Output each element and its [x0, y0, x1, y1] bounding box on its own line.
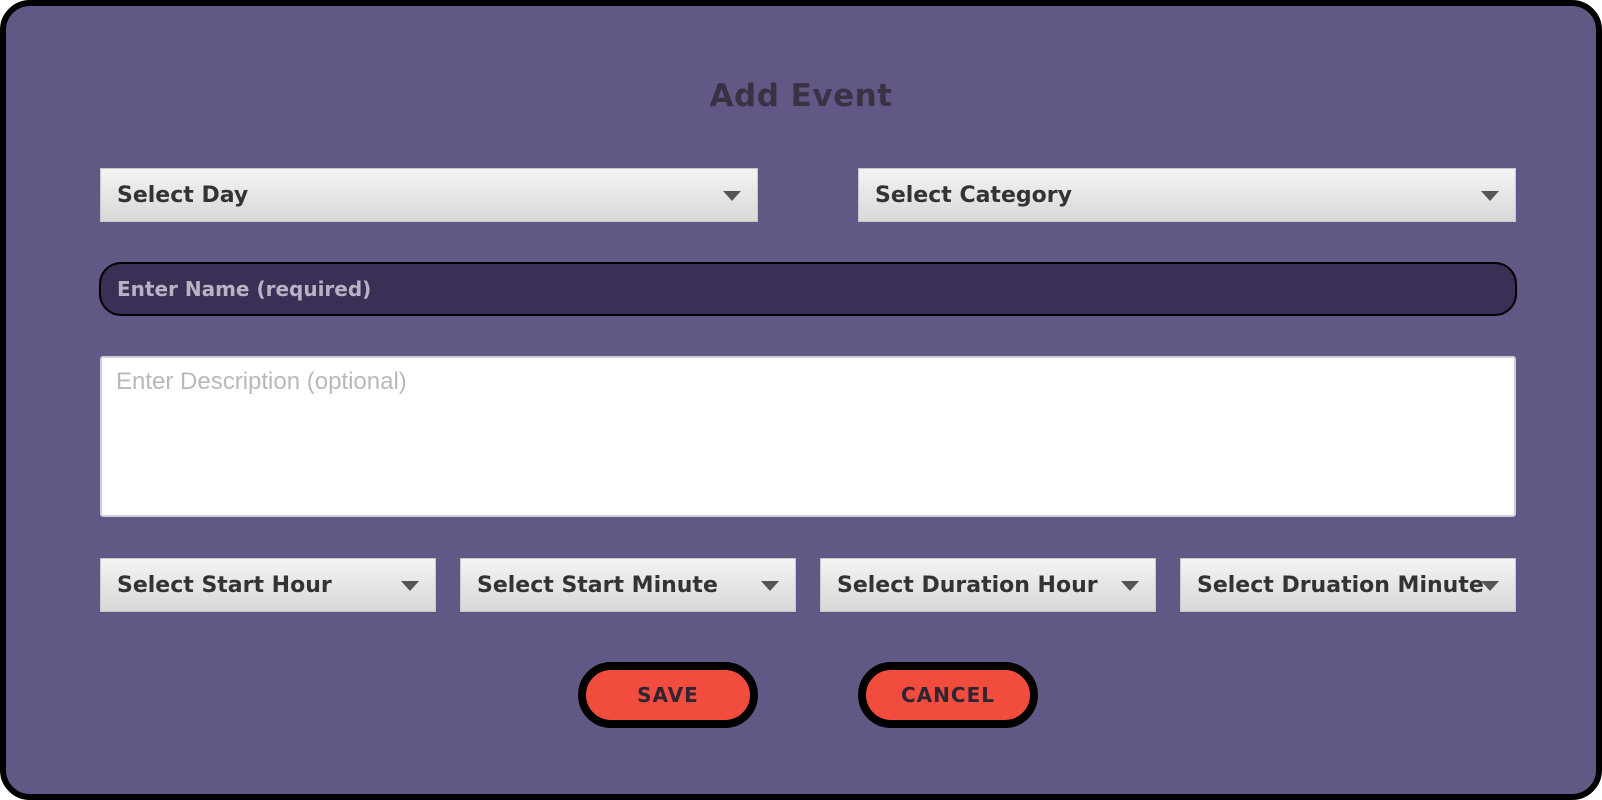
select-duration-minute-dropdown[interactable]: Select Druation Minute — [1180, 558, 1516, 612]
dialog-title: Add Event — [709, 78, 893, 114]
select-duration-hour-dropdown[interactable]: Select Duration Hour — [820, 558, 1156, 612]
cancel-button[interactable]: CANCEL — [858, 662, 1038, 728]
chevron-down-icon — [1121, 581, 1139, 591]
select-day-label: Select Day — [117, 182, 249, 208]
name-input[interactable] — [99, 262, 1517, 316]
select-category-dropdown[interactable]: Select Category — [858, 168, 1516, 222]
select-category-label: Select Category — [875, 182, 1072, 208]
select-day-dropdown[interactable]: Select Day — [100, 168, 758, 222]
select-start-minute-label: Select Start Minute — [477, 572, 718, 598]
select-start-hour-label: Select Start Hour — [117, 572, 332, 598]
select-duration-hour-label: Select Duration Hour — [837, 572, 1098, 598]
select-duration-minute-label: Select Druation Minute — [1197, 572, 1484, 598]
chevron-down-icon — [1481, 581, 1499, 591]
select-start-hour-dropdown[interactable]: Select Start Hour — [100, 558, 436, 612]
chevron-down-icon — [723, 191, 741, 201]
chevron-down-icon — [1481, 191, 1499, 201]
description-input[interactable] — [100, 356, 1516, 517]
chevron-down-icon — [401, 581, 419, 591]
select-start-minute-dropdown[interactable]: Select Start Minute — [460, 558, 796, 612]
save-button[interactable]: SAVE — [578, 662, 758, 728]
add-event-dialog: Add Event Select Day Select Category Sel… — [0, 0, 1602, 800]
chevron-down-icon — [761, 581, 779, 591]
